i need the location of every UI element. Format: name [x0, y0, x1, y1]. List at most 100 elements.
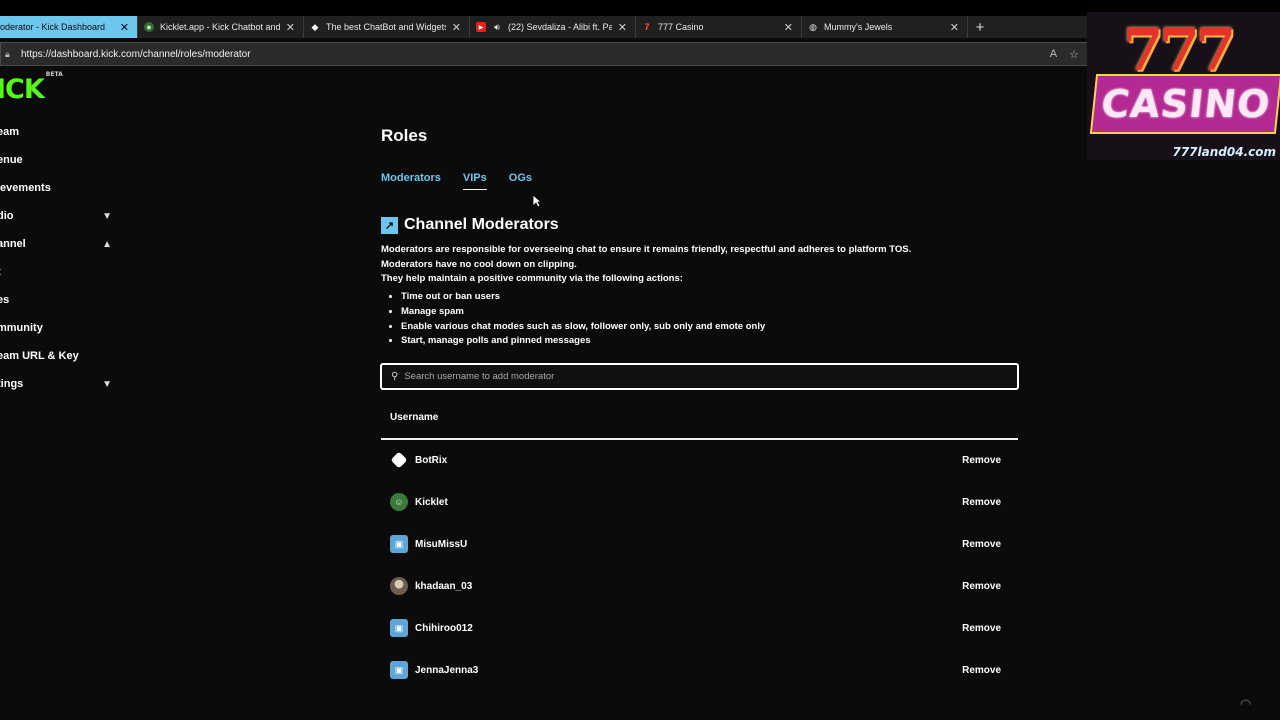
logo-text: ICK	[0, 74, 45, 105]
browser-tab-kicklet[interactable]: ● Kicklet.app - Kick Chatbot and O ✕	[138, 16, 304, 38]
moderator-username: Kicklet	[415, 496, 448, 508]
description-line: Moderators have no cool down on clipping…	[381, 258, 577, 270]
description-line: Moderators are responsible for overseein…	[381, 244, 912, 255]
sidebar-item-stream-url-key[interactable]: eam URL & Key	[0, 346, 112, 366]
close-tab-icon[interactable]: ✕	[120, 21, 129, 34]
browser-tab-strip: oderator - Kick Dashboard ✕ ● Kicklet.ap…	[0, 16, 1090, 38]
kicklet-icon: ●	[144, 22, 154, 32]
list-item: Enable various chat modes such as slow, …	[401, 320, 765, 335]
close-tab-icon[interactable]: ✕	[784, 21, 793, 34]
close-tab-icon[interactable]: ✕	[286, 21, 295, 34]
sidebar-item-revenue[interactable]: enue	[0, 150, 112, 170]
table-row: khadaan_03 Remove	[381, 572, 1018, 600]
roles-tabs: Moderators VIPs OGs	[381, 172, 554, 192]
tab-title: Mummy's Jewels	[824, 22, 893, 32]
ad-domain: 777land04.com	[1172, 145, 1276, 159]
moderator-description: Moderators are responsible for overseein…	[381, 243, 1001, 287]
photo-avatar	[390, 577, 408, 595]
sidebar-item-studio[interactable]: dio ▼	[0, 206, 112, 226]
moderator-actions-list: Time out or ban users Manage spam Enable…	[401, 290, 765, 349]
close-tab-icon[interactable]: ✕	[452, 21, 461, 34]
speaker-icon[interactable]: 🔊︎	[492, 22, 502, 32]
table-row: ▣ MisuMissU Remove	[381, 530, 1018, 558]
remove-button[interactable]: Remove	[962, 539, 1001, 550]
default-avatar-icon: ▣	[390, 535, 408, 553]
sidebar-item-label: tings	[0, 378, 24, 390]
close-tab-icon[interactable]: ✕	[618, 21, 627, 34]
sidebar-item-label: dio	[0, 210, 14, 222]
remove-button[interactable]: Remove	[962, 623, 1001, 634]
table-row: BotRix Remove	[381, 446, 1018, 474]
section-header: ↗ Channel Moderators	[381, 216, 559, 234]
sidebar-item-label: t	[0, 266, 1, 278]
moderator-username: Chihiroo012	[415, 622, 473, 634]
sidebar-item-label: eam	[0, 126, 20, 138]
kick-logo[interactable]: ICK BETA	[0, 71, 63, 105]
ad-casino-word: CASINO	[1089, 74, 1280, 134]
globe-icon: ◍	[809, 21, 817, 32]
tab-title: (22) Sevdaliza - Alibi ft. Pabl	[508, 22, 612, 32]
casino-ad-overlay[interactable]: 777 CASINO 777land04.com	[1087, 12, 1280, 160]
section-title: Channel Moderators	[404, 216, 559, 233]
browser-tab-777-casino[interactable]: 7 777 Casino ✕	[636, 16, 802, 38]
read-aloud-icon[interactable]: A	[1050, 48, 1057, 60]
sidebar-item-channel[interactable]: annel ▲	[0, 234, 112, 254]
sidebar-item-label: annel	[0, 238, 26, 250]
url-text[interactable]: https://dashboard.kick.com/channel/roles…	[21, 49, 1038, 60]
mouse-cursor-icon	[532, 194, 542, 208]
botrix-icon	[390, 451, 408, 469]
sidebar-item-label: mmunity	[0, 322, 43, 334]
remove-button[interactable]: Remove	[962, 665, 1001, 676]
sidebar-item-chat[interactable]: t	[0, 262, 112, 282]
kicklet-icon: ☺	[390, 493, 408, 511]
table-row: ☺ Kicklet Remove	[381, 488, 1018, 516]
browser-tab-chatbot[interactable]: ◆ The best ChatBot and Widgets fo ✕	[304, 16, 470, 38]
chevron-down-icon[interactable]: ▼	[102, 379, 112, 390]
search-input[interactable]	[404, 371, 985, 382]
moderator-username: JennaJenna3	[415, 664, 479, 676]
new-tab-button[interactable]: +	[968, 16, 992, 38]
remove-button[interactable]: Remove	[962, 581, 1001, 592]
tab-moderators[interactable]: Moderators	[381, 172, 441, 192]
close-tab-icon[interactable]: ✕	[950, 21, 959, 34]
favorite-star-icon[interactable]: ☆	[1069, 48, 1079, 61]
search-icon: ⚲	[391, 371, 399, 382]
sidebar-item-stream[interactable]: eam	[0, 122, 112, 142]
moderator-username: MisuMissU	[415, 538, 468, 550]
sidebar-item-settings[interactable]: tings ▼	[0, 374, 112, 394]
address-bar[interactable]: 🔒︎ https://dashboard.kick.com/channel/ro…	[0, 42, 1088, 66]
sidebar-item-community[interactable]: mmunity	[0, 318, 112, 338]
table-row: ▣ JennaJenna3 Remove	[381, 656, 1018, 684]
sidebar-item-roles[interactable]: es	[0, 290, 112, 310]
sword-icon: ↗	[381, 216, 398, 234]
browser-tab-mummys-jewels[interactable]: ◍ Mummy's Jewels ✕	[802, 16, 968, 38]
remove-button[interactable]: Remove	[962, 497, 1001, 508]
chevron-up-icon[interactable]: ▲	[102, 239, 112, 250]
sidebar-item-label: enue	[0, 154, 23, 166]
moderator-username: BotRix	[415, 454, 448, 466]
beta-badge: BETA	[45, 71, 63, 78]
browser-tab-kick-dashboard[interactable]: oderator - Kick Dashboard ✕	[0, 16, 138, 38]
description-line: They help maintain a positive community …	[381, 273, 683, 285]
list-item: Start, manage polls and pinned messages	[401, 334, 765, 349]
list-item: Manage spam	[401, 305, 765, 320]
support-headset-icon[interactable]: ◠	[1240, 696, 1251, 712]
tab-ogs[interactable]: OGs	[509, 172, 532, 192]
diamond-icon: ◆	[311, 21, 319, 32]
remove-button[interactable]: Remove	[962, 455, 1001, 466]
sidebar-item-label: ievements	[0, 182, 51, 194]
moderator-search-box[interactable]: ⚲	[380, 363, 1019, 390]
sidebar-item-achievements[interactable]: ievements	[0, 178, 112, 198]
tab-title: oderator - Kick Dashboard	[0, 22, 106, 32]
sidebar-item-label: es	[0, 294, 10, 306]
chevron-down-icon[interactable]: ▼	[102, 211, 112, 222]
moderator-username: khadaan_03	[415, 580, 473, 592]
tab-vips[interactable]: VIPs	[462, 172, 487, 192]
default-avatar-icon: ▣	[390, 619, 408, 637]
lock-icon[interactable]: 🔒︎	[5, 49, 17, 60]
tab-title: 777 Casino	[658, 22, 704, 32]
table-header: Username	[381, 404, 1018, 440]
sidebar-item-label: eam URL & Key	[0, 350, 79, 362]
browser-tab-youtube[interactable]: ▶ 🔊︎ (22) Sevdaliza - Alibi ft. Pabl ✕	[470, 16, 636, 38]
youtube-icon: ▶	[476, 22, 486, 32]
